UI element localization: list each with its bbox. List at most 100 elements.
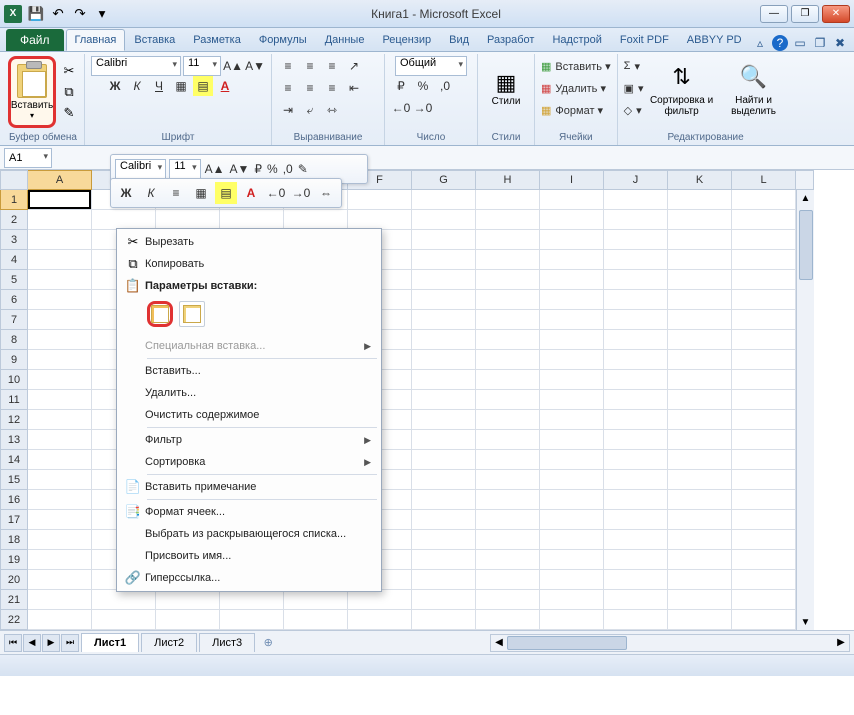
cell-K16[interactable] [668, 490, 732, 510]
ctx-cut[interactable]: ✂ Вырезать [117, 231, 381, 253]
cell-I9[interactable] [540, 350, 604, 370]
name-box[interactable]: A1 [4, 148, 52, 168]
align-left-button[interactable]: ≡ [278, 78, 298, 98]
cell-L9[interactable] [732, 350, 796, 370]
cell-I8[interactable] [540, 330, 604, 350]
cell-I22[interactable] [540, 610, 604, 630]
sheet-tab-3[interactable]: Лист3 [199, 633, 255, 652]
cell-I15[interactable] [540, 470, 604, 490]
tab-developer[interactable]: Разработ [478, 29, 543, 51]
tab-formulas[interactable]: Формулы [250, 29, 316, 51]
cell-J8[interactable] [604, 330, 668, 350]
qat-customize-button[interactable]: ▾ [92, 4, 112, 24]
copy-button[interactable]: ⧉ [60, 83, 78, 101]
row-header-1[interactable]: 1 [0, 190, 28, 210]
tab-review[interactable]: Рецензир [373, 29, 440, 51]
cell-H18[interactable] [476, 530, 540, 550]
cell-L10[interactable] [732, 370, 796, 390]
wrap-text-button[interactable]: ⤶ [300, 100, 320, 120]
cell-K1[interactable] [668, 190, 732, 210]
cell-G19[interactable] [412, 550, 476, 570]
cell-H20[interactable] [476, 570, 540, 590]
cell-B22[interactable] [92, 610, 156, 630]
comma-style-button[interactable]: ,0 [435, 76, 455, 96]
cell-A1[interactable] [28, 190, 92, 210]
cell-D21[interactable] [220, 590, 284, 610]
qat-undo-button[interactable]: ↶ [48, 4, 68, 24]
cell-H2[interactable] [476, 210, 540, 230]
mini-bold[interactable]: Ж [115, 182, 137, 204]
grow-font-button[interactable]: A▲ [223, 56, 243, 76]
increase-indent-button[interactable]: ⇥ [278, 100, 298, 120]
cell-K12[interactable] [668, 410, 732, 430]
cell-I2[interactable] [540, 210, 604, 230]
mini-italic[interactable]: К [140, 182, 162, 204]
cell-I3[interactable] [540, 230, 604, 250]
fill-color-button[interactable]: ▤ [193, 76, 213, 96]
mdi-close-button[interactable]: ✖ [832, 35, 848, 51]
sheet-nav-next[interactable]: ▶ [42, 634, 60, 652]
mini-percent[interactable]: % [266, 158, 279, 180]
cell-K21[interactable] [668, 590, 732, 610]
column-header-L[interactable]: L [732, 170, 796, 190]
currency-button[interactable]: ₽ [391, 76, 411, 96]
tab-view[interactable]: Вид [440, 29, 478, 51]
minimize-button[interactable]: — [760, 5, 788, 23]
cell-G13[interactable] [412, 430, 476, 450]
cell-L20[interactable] [732, 570, 796, 590]
horizontal-scroll-thumb[interactable] [507, 636, 627, 650]
cell-F1[interactable] [348, 190, 412, 210]
cell-H14[interactable] [476, 450, 540, 470]
cell-J22[interactable] [604, 610, 668, 630]
cell-H11[interactable] [476, 390, 540, 410]
cell-H10[interactable] [476, 370, 540, 390]
cell-H3[interactable] [476, 230, 540, 250]
ctx-clear-contents[interactable]: Очистить содержимое [117, 404, 381, 426]
cell-A20[interactable] [28, 570, 92, 590]
cell-K19[interactable] [668, 550, 732, 570]
mini-currency[interactable]: ₽ [253, 158, 263, 180]
cell-K2[interactable] [668, 210, 732, 230]
cell-G4[interactable] [412, 250, 476, 270]
cell-H16[interactable] [476, 490, 540, 510]
cell-I17[interactable] [540, 510, 604, 530]
cell-J1[interactable] [604, 190, 668, 210]
column-header-H[interactable]: H [476, 170, 540, 190]
cell-E2[interactable] [284, 210, 348, 230]
cell-I4[interactable] [540, 250, 604, 270]
cell-I7[interactable] [540, 310, 604, 330]
row-header-4[interactable]: 4 [0, 250, 28, 270]
cells-delete-button[interactable]: ▦Удалить ▾ [541, 78, 611, 98]
orientation-button[interactable]: ↗ [344, 56, 364, 76]
cell-A12[interactable] [28, 410, 92, 430]
cell-I11[interactable] [540, 390, 604, 410]
cell-L11[interactable] [732, 390, 796, 410]
sort-filter-button[interactable]: ⇅ Сортировка и фильтр [648, 56, 716, 120]
cell-I20[interactable] [540, 570, 604, 590]
cell-K9[interactable] [668, 350, 732, 370]
cell-K8[interactable] [668, 330, 732, 350]
cell-J18[interactable] [604, 530, 668, 550]
cell-G7[interactable] [412, 310, 476, 330]
ctx-insert-comment[interactable]: 📄 Вставить примечание [117, 476, 381, 498]
align-top-button[interactable]: ≡ [278, 56, 298, 76]
cell-J2[interactable] [604, 210, 668, 230]
cell-H19[interactable] [476, 550, 540, 570]
cell-L5[interactable] [732, 270, 796, 290]
cell-K13[interactable] [668, 430, 732, 450]
cell-L22[interactable] [732, 610, 796, 630]
mini-format-painter[interactable]: ✎ [297, 158, 309, 180]
mini-shrink-font[interactable]: A▼ [229, 158, 251, 180]
cell-I1[interactable] [540, 190, 604, 210]
tab-data[interactable]: Данные [316, 29, 374, 51]
column-header-J[interactable]: J [604, 170, 668, 190]
cell-J21[interactable] [604, 590, 668, 610]
sheet-tab-1[interactable]: Лист1 [81, 633, 139, 652]
mini-comma[interactable]: ,0 [282, 158, 294, 180]
row-header-19[interactable]: 19 [0, 550, 28, 570]
align-center-button[interactable]: ≡ [300, 78, 320, 98]
cell-I13[interactable] [540, 430, 604, 450]
cell-G20[interactable] [412, 570, 476, 590]
shrink-font-button[interactable]: A▼ [245, 56, 265, 76]
cell-I19[interactable] [540, 550, 604, 570]
